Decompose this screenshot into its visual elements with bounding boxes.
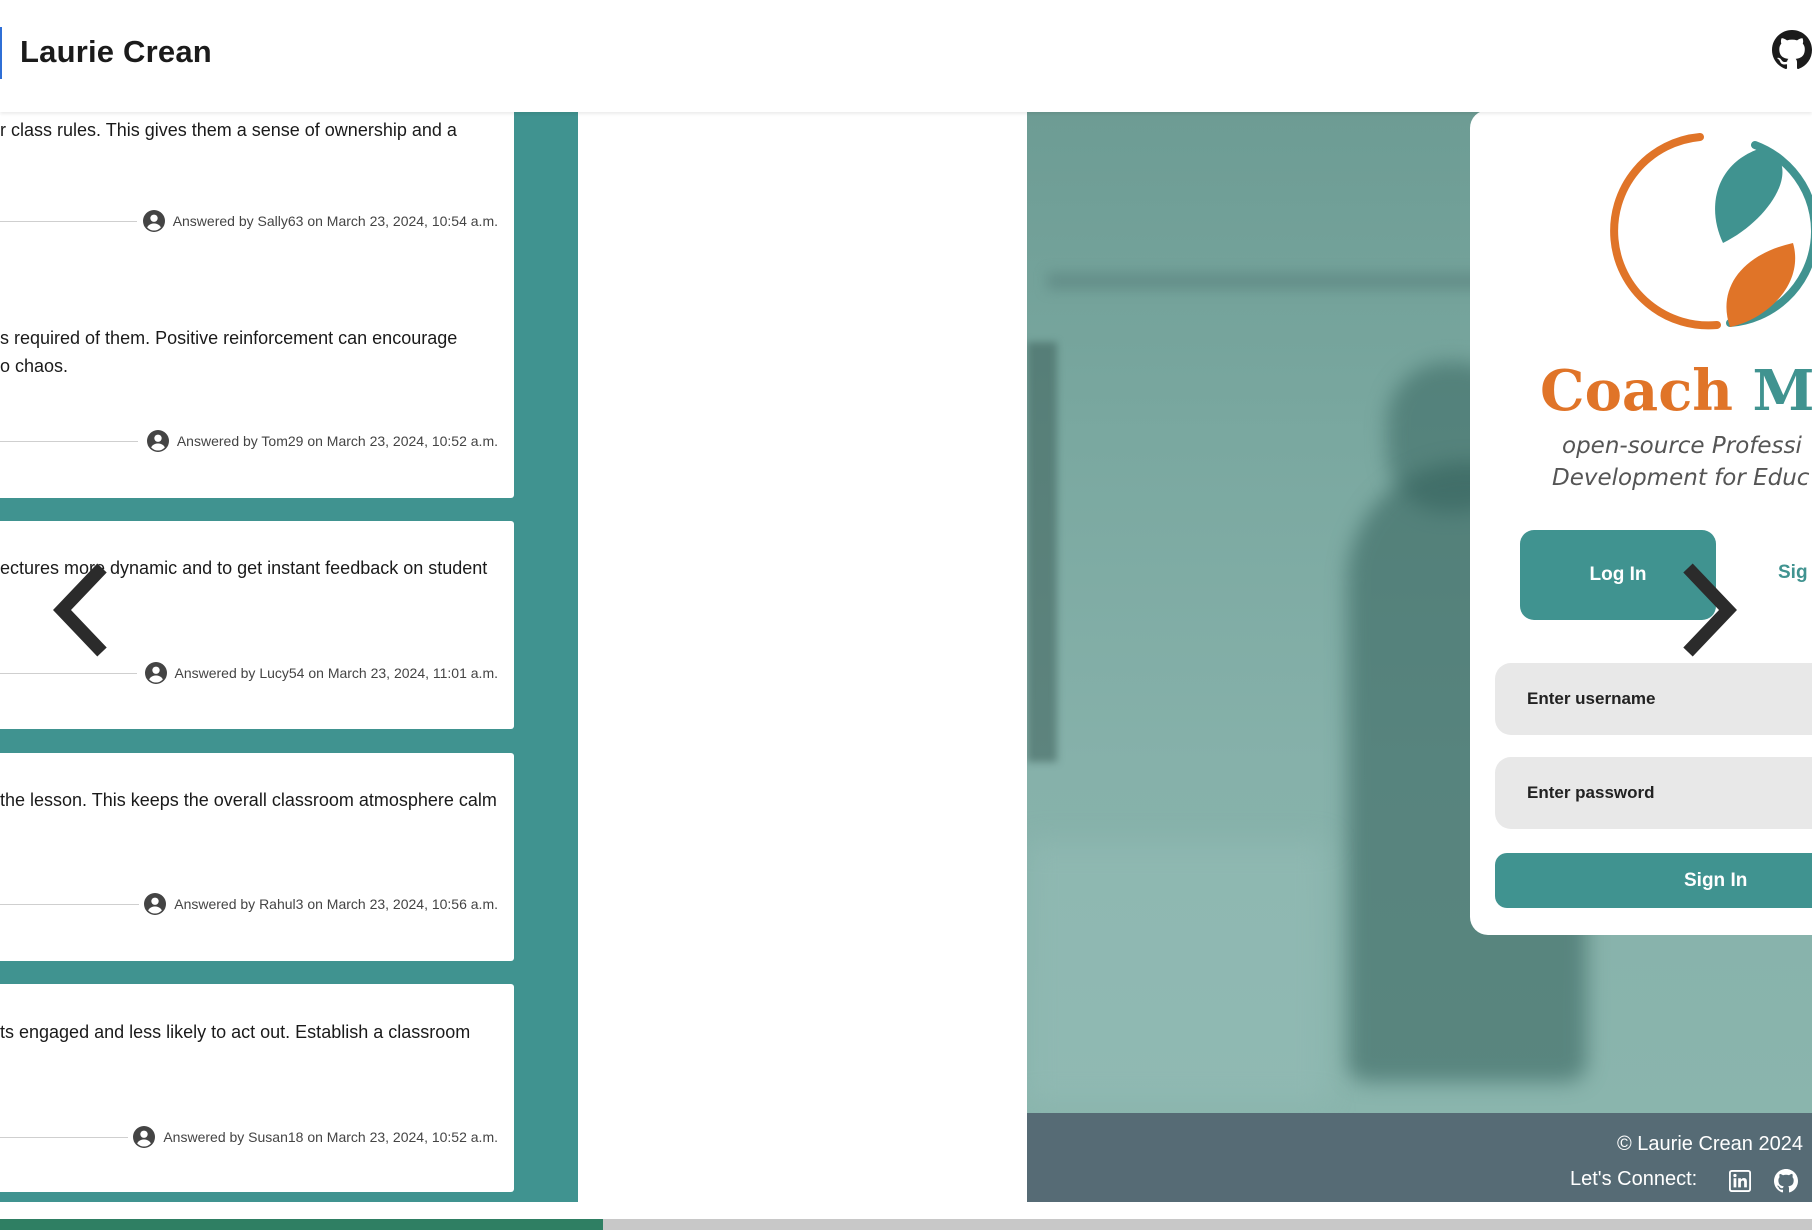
answer-meta-text: Answered by Sally63 on March 23, 2024, 1… xyxy=(172,213,498,229)
coach-mat-logo xyxy=(1610,133,1812,330)
answer-meta: Answered by Susan18 on March 23, 2024, 1… xyxy=(133,1126,498,1148)
github-icon[interactable] xyxy=(1774,1169,1798,1193)
chevron-right-icon[interactable] xyxy=(1678,560,1738,660)
answer-meta: Answered by Tom29 on March 23, 2024, 10:… xyxy=(146,430,498,452)
top-header: Laurie Crean xyxy=(0,0,1812,112)
answer-meta: Answered by Lucy54 on March 23, 2024, 11… xyxy=(144,662,499,684)
user-avatar-icon xyxy=(146,430,169,452)
answer-text: the lesson. This keeps the overall class… xyxy=(0,790,497,810)
answer-card: ts engaged and less likely to act out. E… xyxy=(0,984,514,1192)
header-accent-bar xyxy=(0,27,2,79)
site-title[interactable]: Laurie Crean xyxy=(20,34,212,70)
sign-in-button[interactable]: Sign In xyxy=(1495,853,1812,908)
user-avatar-icon xyxy=(142,210,165,232)
answer-divider xyxy=(0,441,138,442)
footer-copyright: © Laurie Crean 2024 xyxy=(1617,1133,1803,1155)
user-avatar-icon xyxy=(133,1126,156,1148)
answer-meta-text: Answered by Rahul3 on March 23, 2024, 10… xyxy=(174,896,498,912)
linkedin-icon[interactable] xyxy=(1729,1170,1751,1192)
answer-meta: Answered by Rahul3 on March 23, 2024, 10… xyxy=(144,893,498,915)
scrollbar-thumb[interactable] xyxy=(0,1219,603,1230)
answer-text: ts engaged and less likely to act out. E… xyxy=(0,1022,471,1042)
brand-name: Coach Mat xyxy=(1540,358,1812,424)
answer-meta-text: Answered by Lucy54 on March 23, 2024, 11… xyxy=(174,665,499,681)
user-avatar-icon xyxy=(144,662,167,684)
user-avatar-icon xyxy=(144,893,167,915)
brand-tagline: open-source Professi Development for Edu… xyxy=(1552,433,1810,491)
answer-meta-text: Answered by Tom29 on March 23, 2024, 10:… xyxy=(176,433,498,449)
answer-divider xyxy=(0,221,137,222)
answer-divider xyxy=(0,904,139,905)
answer-meta-text: Answered by Susan18 on March 23, 2024, 1… xyxy=(163,1129,498,1145)
signup-tab-button[interactable]: Sig xyxy=(1778,562,1808,584)
answer-text: s required of them. Positive reinforceme… xyxy=(0,328,458,348)
answer-text: r class rules. This gives them a sense o… xyxy=(0,120,457,140)
answer-divider xyxy=(0,673,137,674)
horizontal-scrollbar[interactable] xyxy=(0,1219,1812,1230)
answer-card: s required of them. Positive reinforceme… xyxy=(0,290,514,498)
answer-text-line2: o chaos. xyxy=(0,356,69,376)
answer-divider xyxy=(0,1137,128,1138)
answer-card: r class rules. This gives them a sense o… xyxy=(0,102,514,310)
footer-connect-label: Let's Connect: xyxy=(1570,1168,1698,1190)
password-input[interactable] xyxy=(1495,757,1812,829)
site-footer: © Laurie Crean 2024 Let's Connect: xyxy=(1027,1113,1812,1202)
login-card: Coach Mat open-source Professi Developme… xyxy=(1470,110,1812,935)
username-input[interactable] xyxy=(1495,663,1812,735)
chevron-left-icon[interactable] xyxy=(52,560,112,660)
answer-card: the lesson. This keeps the overall class… xyxy=(0,753,514,961)
answer-meta: Answered by Sally63 on March 23, 2024, 1… xyxy=(142,210,498,232)
github-icon[interactable] xyxy=(1772,30,1812,70)
